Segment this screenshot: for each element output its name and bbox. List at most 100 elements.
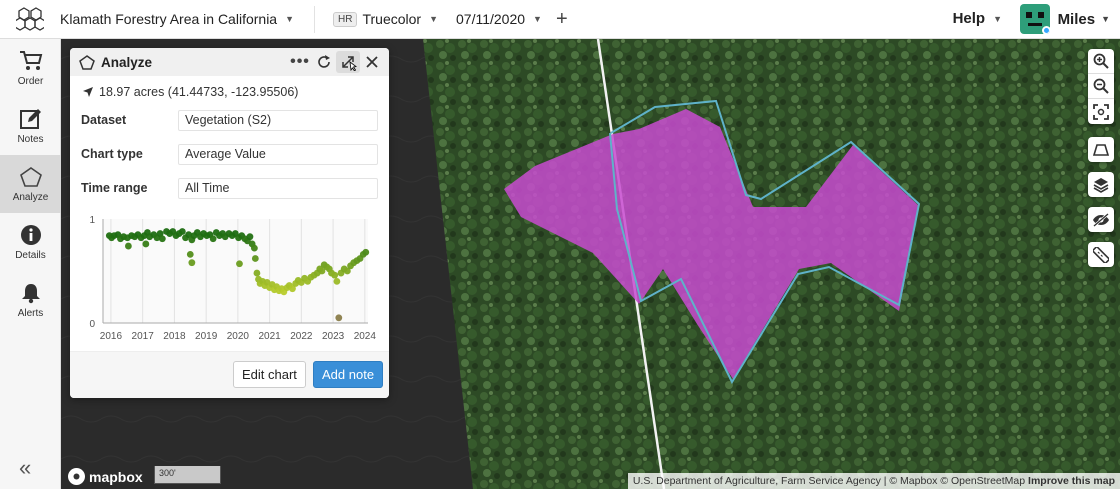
x-tick-label: 2018: [163, 331, 186, 342]
x-tick-label: 2021: [258, 331, 281, 342]
zoom-out-button[interactable]: [1088, 74, 1114, 99]
resolution-badge: HR: [333, 11, 358, 27]
sidebar-item-label: Order: [17, 76, 44, 87]
chevron-down-icon: ▼: [1101, 14, 1110, 24]
improve-map-link[interactable]: Improve this map: [1028, 475, 1115, 487]
x-tick-label: 2023: [322, 331, 345, 342]
bell-icon: [19, 281, 43, 305]
data-point: [124, 242, 132, 250]
data-point: [331, 271, 339, 279]
location-arrow-icon: [83, 87, 93, 97]
fit-bounds-icon: [1093, 103, 1109, 120]
area-location: 18.97 acres (41.44733, -123.95506): [82, 85, 389, 99]
sidebar: Order Notes Analyze Details Alerts «: [0, 39, 61, 489]
x-tick-label: 2024: [354, 331, 377, 342]
time-range-row: Time range All Time: [81, 175, 389, 201]
hide-overlays-button[interactable]: [1088, 207, 1114, 232]
refresh-button[interactable]: [312, 51, 336, 73]
panel-footer: Edit chart Add note: [70, 351, 389, 398]
sidebar-item-alerts[interactable]: Alerts: [0, 271, 61, 329]
close-icon: [366, 56, 378, 68]
x-tick-label: 2022: [290, 331, 313, 342]
help-menu[interactable]: Help ▼: [953, 10, 1002, 27]
expand-icon: [342, 56, 357, 71]
user-name: Miles: [1057, 10, 1096, 28]
sidebar-item-notes[interactable]: Notes: [0, 97, 61, 155]
avatar: [1019, 4, 1050, 34]
perspective-control: [1088, 137, 1114, 162]
chevron-down-icon: ▼: [285, 14, 295, 24]
data-point: [236, 260, 243, 268]
mapbox-label: mapbox: [89, 468, 143, 485]
data-point: [251, 255, 259, 262]
notes-icon: [19, 107, 43, 131]
sidebar-item-details[interactable]: Details: [0, 213, 61, 271]
location-text: 18.97 acres (41.44733, -123.95506): [99, 85, 299, 99]
mapbox-icon: [68, 468, 85, 485]
map-attribution: U.S. Department of Agriculture, Farm Ser…: [627, 473, 1120, 489]
dataset-field[interactable]: Vegetation (S2): [178, 109, 378, 131]
sidebar-item-label: Alerts: [17, 308, 44, 319]
help-label: Help: [952, 10, 986, 27]
data-point: [188, 259, 196, 267]
layers-icon: [1093, 177, 1109, 193]
sidebar-item-label: Details: [15, 250, 46, 261]
zoom-controls: [1088, 49, 1114, 124]
chart-type-field[interactable]: Average Value: [178, 143, 378, 165]
pentagon-icon: [79, 54, 95, 70]
edit-chart-button[interactable]: Edit chart: [233, 361, 306, 388]
layers-button[interactable]: [1088, 172, 1114, 197]
data-point: [335, 314, 343, 322]
time-series-chart[interactable]: 2016 2017 2018 2019 2020 2021 2022 2023 2024 1 0: [78, 213, 378, 348]
mapbox-logo[interactable]: mapbox: [68, 468, 143, 485]
layer-selector[interactable]: HR Truecolor ▼: [333, 11, 438, 27]
hexagon-logo-icon: [16, 7, 44, 31]
perspective-button[interactable]: [1088, 137, 1114, 162]
ruler-icon: [1093, 246, 1109, 263]
data-point: [362, 248, 370, 256]
measure-button[interactable]: [1088, 242, 1114, 267]
zoom-to-fit-button[interactable]: [1088, 99, 1114, 124]
close-button[interactable]: [360, 51, 384, 73]
time-range-field[interactable]: All Time: [178, 177, 378, 199]
x-tick-label: 2017: [132, 331, 155, 342]
dataset-label: Dataset: [81, 113, 127, 127]
dataset-row: Dataset Vegetation (S2): [81, 107, 389, 133]
measure-control: [1088, 242, 1114, 267]
date-value: 07/11/2020: [456, 11, 526, 27]
chart-type-row: Chart type Average Value: [81, 141, 389, 167]
x-tick-label: 2020: [227, 331, 250, 342]
data-point: [178, 228, 186, 235]
zoom-in-button[interactable]: [1088, 49, 1114, 74]
data-point: [250, 244, 258, 252]
more-options-button[interactable]: •••: [288, 51, 312, 73]
trapezoid-icon: [1093, 143, 1109, 156]
project-selector[interactable]: Klamath Forestry Area in California ▼: [60, 5, 316, 33]
date-selector[interactable]: 07/11/2020 ▼: [456, 11, 542, 27]
sidebar-item-order[interactable]: Order: [0, 39, 61, 97]
data-point: [333, 278, 341, 285]
data-point: [158, 235, 166, 243]
attribution-text[interactable]: U.S. Department of Agriculture, Farm Ser…: [633, 475, 1025, 487]
sidebar-item-label: Notes: [17, 134, 44, 145]
data-point: [253, 269, 261, 277]
panel-title: Analyze: [101, 54, 153, 70]
analyze-panel: Analyze ••• 18.97 acres (41.44733, -123.…: [70, 48, 389, 398]
sidebar-item-label: Analyze: [12, 192, 49, 203]
user-menu[interactable]: Miles ▼: [1019, 4, 1110, 34]
app-logo[interactable]: [0, 0, 60, 39]
add-note-button[interactable]: Add note: [313, 361, 384, 388]
time-range-label: Time range: [81, 181, 148, 195]
data-point: [186, 250, 194, 258]
add-date-button[interactable]: +: [556, 9, 568, 29]
sidebar-item-analyze[interactable]: Analyze: [0, 155, 61, 213]
collapse-sidebar-button[interactable]: «: [19, 455, 31, 481]
ellipsis-icon: •••: [290, 53, 310, 70]
chevron-down-icon: ▼: [429, 14, 439, 24]
chevron-down-icon: ▼: [993, 13, 1002, 24]
data-point: [246, 233, 254, 241]
project-name: Klamath Forestry Area in California: [60, 11, 278, 27]
scale-bar: 300': [154, 466, 221, 484]
expand-button[interactable]: [336, 51, 360, 73]
panel-header[interactable]: Analyze •••: [70, 48, 389, 76]
